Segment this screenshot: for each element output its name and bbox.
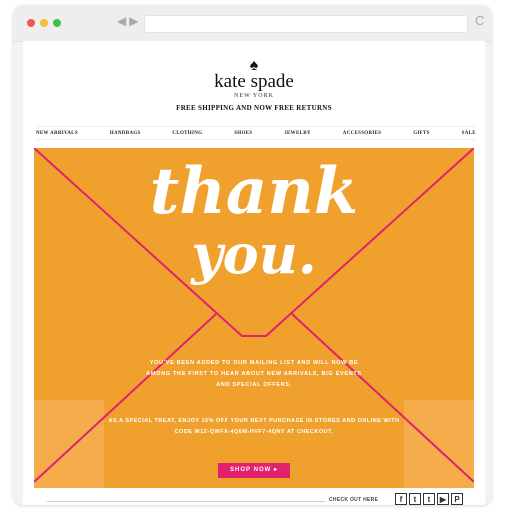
envelope-panel-left: [34, 400, 104, 488]
browser-window: ◀▶ C ♠ kate spade NEW YORK FREE SHIPPING…: [13, 5, 492, 505]
history-nav: ◀▶: [117, 14, 141, 28]
headline-thank: thank: [149, 154, 359, 229]
minimize-window-dot[interactable]: [40, 19, 48, 27]
browser-toolbar: ◀▶ C: [13, 5, 492, 42]
brand-logo-text[interactable]: kate spade: [23, 71, 485, 93]
subscription-message: YOU'VE BEEN ADDED TO OUR MAILING LIST AN…: [146, 360, 362, 388]
shop-now-button[interactable]: SHOP NOW ▸: [218, 463, 290, 478]
discount-offer: AS A SPECIAL TREAT, ENJOY 15% OFF YOUR N…: [108, 418, 400, 435]
checkout-label: CHECK OUT HERE: [329, 497, 379, 503]
top-navigation: NEW ARRIVALS HANDBAGS CLOTHING SHOES JEW…: [36, 126, 476, 140]
maximize-window-dot[interactable]: [53, 19, 61, 27]
back-arrow-icon[interactable]: ◀: [117, 14, 129, 28]
brand-subtitle: NEW YORK: [234, 93, 274, 99]
email-page: ♠ kate spade NEW YORK FREE SHIPPING AND …: [23, 41, 485, 505]
facebook-icon[interactable]: f: [395, 493, 407, 505]
envelope-fold-right: [291, 313, 474, 483]
twitter-icon[interactable]: t: [423, 493, 435, 505]
footer-divider: [47, 501, 325, 502]
youtube-icon[interactable]: ▶: [437, 493, 449, 505]
envelope-fold-left: [34, 313, 217, 483]
headline-you: you.: [191, 222, 317, 286]
nav-item-gifts[interactable]: GIFTS: [413, 131, 430, 136]
address-bar[interactable]: [144, 15, 468, 33]
thank-you-hero: thank you. YOU'VE BEEN ADDED TO OUR MAIL…: [34, 148, 474, 488]
nav-item-clothing[interactable]: CLOTHING: [172, 131, 202, 136]
envelope-panel-right: [404, 400, 474, 488]
nav-item-jewelry[interactable]: JEWELRY: [284, 131, 311, 136]
close-window-dot[interactable]: [27, 19, 35, 27]
nav-item-accessories[interactable]: ACCESSORIES: [343, 131, 382, 136]
nav-item-shoes[interactable]: SHOES: [234, 131, 252, 136]
nav-item-sale[interactable]: SALE: [462, 131, 476, 136]
promo-banner[interactable]: FREE SHIPPING AND NOW FREE RETURNS: [23, 104, 485, 112]
nav-item-handbags[interactable]: HANDBAGS: [110, 131, 141, 136]
nav-item-new-arrivals[interactable]: NEW ARRIVALS: [36, 131, 78, 136]
tumblr-icon[interactable]: t: [409, 493, 421, 505]
reload-icon[interactable]: C: [475, 13, 484, 28]
pinterest-icon[interactable]: P: [451, 493, 463, 505]
forward-arrow-icon[interactable]: ▶: [129, 14, 141, 28]
